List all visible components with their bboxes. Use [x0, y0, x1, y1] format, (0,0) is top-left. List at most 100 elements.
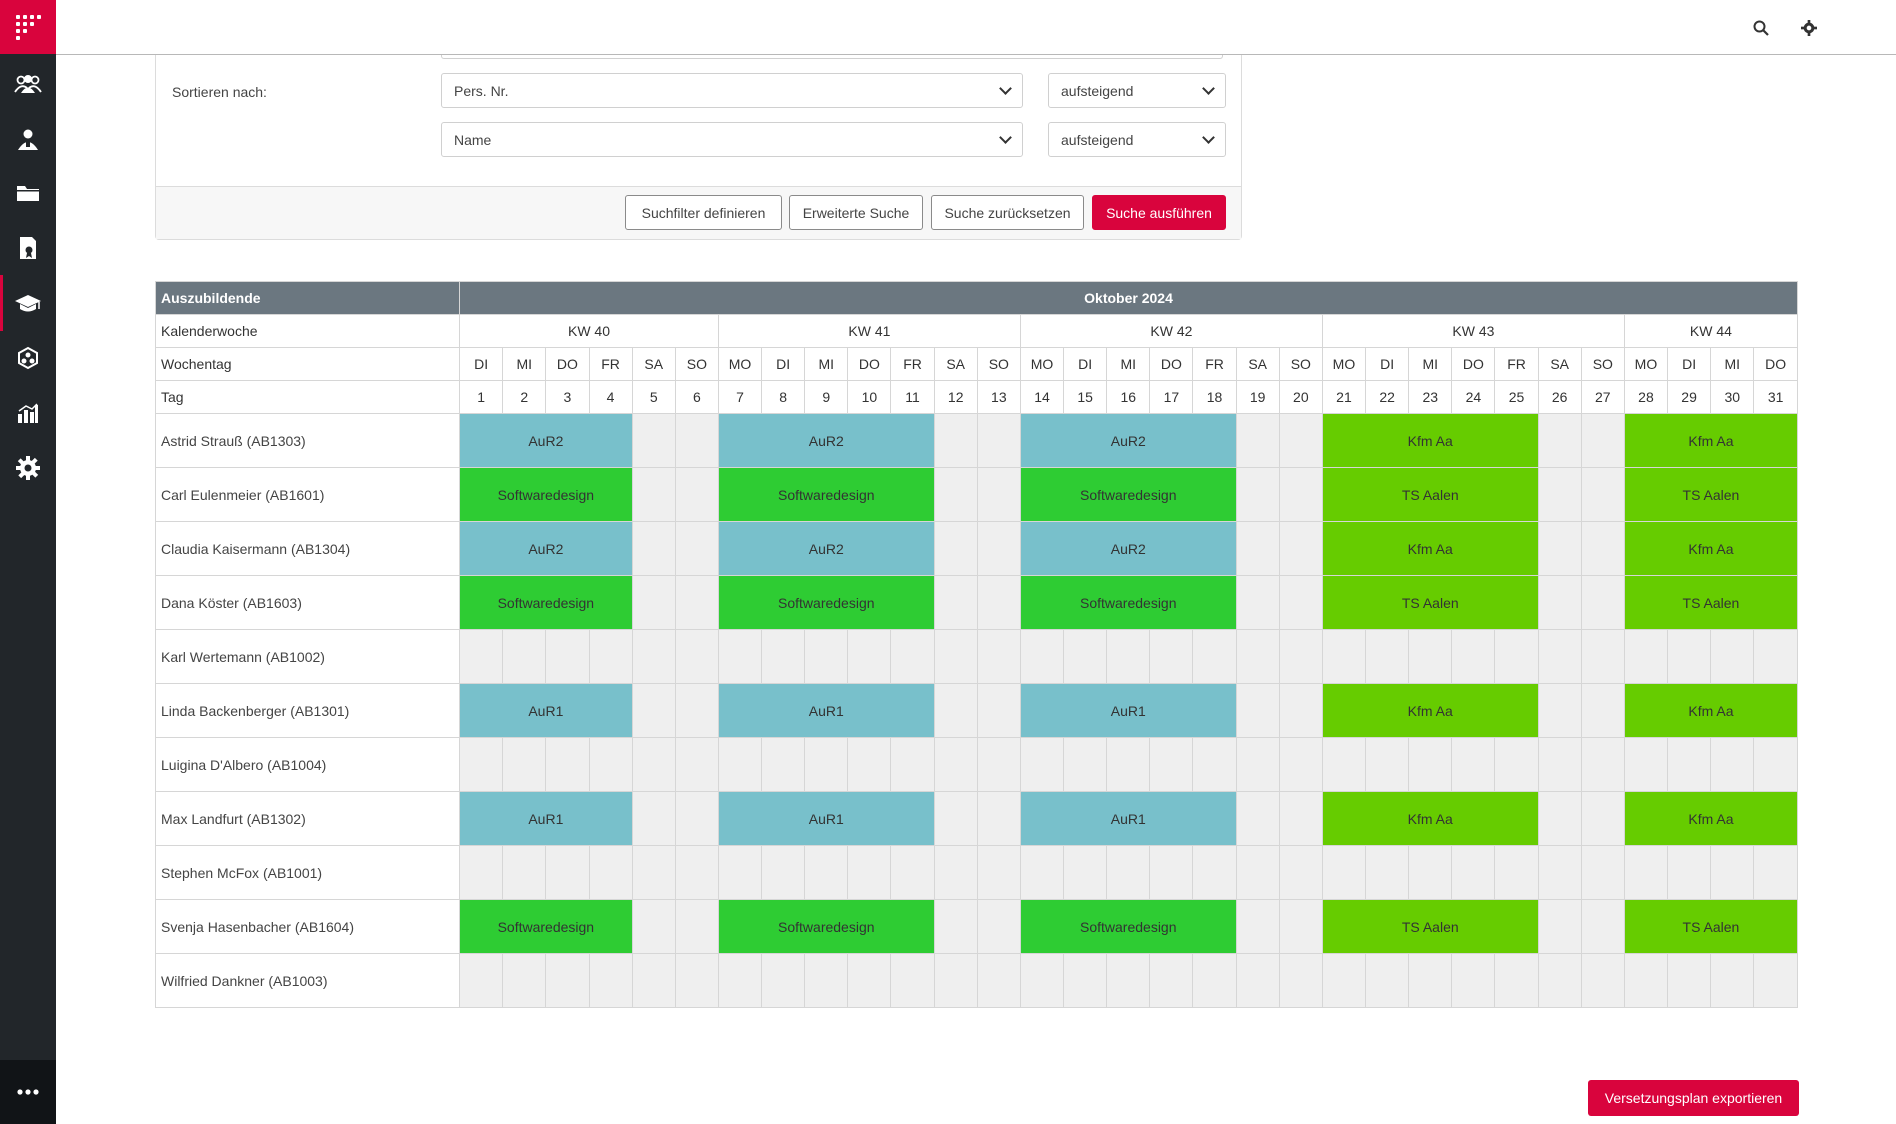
schedule-block[interactable]: TS Aalen — [1321, 467, 1539, 522]
schedule-block[interactable]: AuR1 — [1019, 683, 1237, 738]
schedule-block[interactable]: Kfm Aa — [1321, 791, 1539, 846]
schedule-block[interactable]: AuR1 — [459, 683, 633, 738]
network-icon[interactable] — [0, 338, 56, 378]
empty-day-cell — [717, 737, 763, 792]
weekend-cell — [933, 791, 978, 846]
gear-icon[interactable] — [0, 448, 56, 488]
schedule-block[interactable]: Kfm Aa — [1623, 413, 1799, 468]
document-icon[interactable] — [0, 228, 56, 268]
schedule-block[interactable]: Softwaredesign — [459, 899, 633, 954]
schedule-block[interactable]: AuR1 — [717, 791, 935, 846]
trainee-row: Max Landfurt (AB1302) AuR1 AuR1 AuR1 Kfm Aa K… — [154, 791, 1799, 846]
trainee-name[interactable]: Svenja Hasenbacher (AB1604) — [154, 899, 461, 954]
empty-day-cell — [1580, 629, 1625, 684]
advanced-search-button[interactable]: Erweiterte Suche — [789, 195, 923, 230]
empty-day-cell — [976, 845, 1021, 900]
trainee-name[interactable]: Dana Köster (AB1603) — [154, 575, 461, 630]
empty-day-cell — [674, 629, 719, 684]
schedule-block[interactable]: TS Aalen — [1321, 899, 1539, 954]
trainee-name[interactable]: Claudia Kaisermann (AB1304) — [154, 521, 461, 576]
schedule-block[interactable]: AuR2 — [1019, 413, 1237, 468]
search-icon[interactable] — [1749, 16, 1773, 40]
schedule-block[interactable]: Kfm Aa — [1623, 791, 1799, 846]
trainee-row: Astrid Strauß (AB1303) AuR2 AuR2 AuR2 Kfm Aa… — [154, 413, 1799, 468]
schedule-block[interactable]: AuR1 — [717, 683, 935, 738]
weekend-cell — [631, 467, 676, 522]
week-header: KW 42 — [1019, 314, 1323, 348]
empty-day-cell — [674, 845, 719, 900]
trainee-name[interactable]: Max Landfurt (AB1302) — [154, 791, 461, 846]
more-icon[interactable] — [0, 1060, 56, 1124]
empty-day-cell — [1106, 845, 1151, 900]
trainee-name[interactable]: Karl Wertemann (AB1002) — [154, 629, 461, 684]
schedule-block[interactable]: Softwaredesign — [717, 467, 935, 522]
trainee-name[interactable]: Carl Eulenmeier (AB1601) — [154, 467, 461, 522]
schedule-block[interactable]: Kfm Aa — [1321, 521, 1539, 576]
trainee-name[interactable]: Luigina D'Albero (AB1004) — [154, 737, 461, 792]
schedule-block[interactable]: AuR2 — [459, 521, 633, 576]
schedule-block[interactable]: Softwaredesign — [459, 575, 633, 630]
empty-day-cell — [1580, 953, 1625, 1008]
day-header: 17 — [1149, 380, 1194, 414]
sort2-order-select[interactable]: aufsteigend — [1048, 122, 1226, 157]
schedule-block[interactable]: TS Aalen — [1623, 899, 1799, 954]
chart-icon[interactable] — [0, 393, 56, 433]
schedule-block[interactable]: Softwaredesign — [717, 899, 935, 954]
weekend-cell — [1580, 467, 1625, 522]
schedule-block[interactable]: Softwaredesign — [1019, 575, 1237, 630]
empty-day-cell — [545, 737, 590, 792]
schedule-block[interactable]: AuR2 — [717, 521, 935, 576]
weekday-header: FR — [1494, 347, 1539, 381]
weekend-cell — [674, 683, 719, 738]
trainee-name[interactable]: Astrid Strauß (AB1303) — [154, 413, 461, 468]
trainee-name[interactable]: Stephen McFox (AB1001) — [154, 845, 461, 900]
define-filter-button[interactable]: Suchfilter definieren — [625, 195, 782, 230]
schedule-block[interactable]: AuR1 — [1019, 791, 1237, 846]
schedule-block[interactable]: TS Aalen — [1623, 575, 1799, 630]
empty-day-cell — [459, 953, 504, 1008]
month-header: Oktober 2024 — [459, 281, 1798, 315]
folder-icon[interactable] — [0, 173, 56, 213]
trainee-row: Luigina D'Albero (AB1004) — [154, 737, 1798, 792]
reset-search-button[interactable]: Suche zurücksetzen — [931, 195, 1084, 230]
weekend-cell — [1580, 413, 1625, 468]
filter-panel: Sortieren nach: Pers. Nr. aufsteigend Na… — [155, 55, 1242, 240]
schedule-block[interactable]: Softwaredesign — [1019, 899, 1237, 954]
export-plan-button[interactable]: Versetzungsplan exportieren — [1588, 1080, 1799, 1116]
weekday-header: SA — [631, 347, 676, 381]
empty-day-cell — [1408, 953, 1453, 1008]
schedule-block[interactable]: Kfm Aa — [1623, 521, 1799, 576]
empty-day-cell — [933, 845, 978, 900]
schedule-block[interactable]: Softwaredesign — [1019, 467, 1237, 522]
sort1-order-value: aufsteigend — [1061, 82, 1134, 99]
graduation-cap-icon[interactable] — [0, 275, 56, 331]
person-icon[interactable] — [0, 119, 56, 159]
weekend-cell — [933, 413, 978, 468]
trainee-name[interactable]: Linda Backenberger (AB1301) — [154, 683, 461, 738]
schedule-block[interactable]: AuR1 — [459, 791, 633, 846]
sort1-order-select[interactable]: aufsteigend — [1048, 73, 1226, 108]
empty-day-cell — [1365, 845, 1410, 900]
schedule-block[interactable]: Softwaredesign — [459, 467, 633, 522]
app-logo[interactable] — [0, 0, 56, 54]
schedule-block[interactable]: TS Aalen — [1321, 575, 1539, 630]
header-row-weekday: Wochentag DI MI DO FR SA SO MO DI MI DO FR SA SO MO DI M… — [154, 347, 1798, 381]
sort1-field-select[interactable]: Pers. Nr. — [441, 73, 1023, 108]
trainee-name[interactable]: Wilfried Dankner (AB1003) — [154, 953, 461, 1008]
weekday-header: SO — [1278, 347, 1323, 381]
schedule-block[interactable]: Softwaredesign — [717, 575, 935, 630]
users-icon[interactable] — [0, 64, 56, 104]
schedule-block[interactable]: Kfm Aa — [1321, 683, 1539, 738]
sort2-field-select[interactable]: Name — [441, 122, 1023, 157]
schedule-block[interactable]: AuR2 — [1019, 521, 1237, 576]
schedule-block[interactable]: AuR2 — [717, 413, 935, 468]
empty-day-cell — [1278, 845, 1323, 900]
schedule-block[interactable]: Kfm Aa — [1321, 413, 1539, 468]
settings-icon[interactable] — [1797, 16, 1821, 40]
schedule-block[interactable]: Kfm Aa — [1623, 683, 1799, 738]
weekday-header: MO — [1321, 347, 1367, 381]
schedule-block[interactable]: TS Aalen — [1623, 467, 1799, 522]
day-header: 6 — [674, 380, 719, 414]
schedule-block[interactable]: AuR2 — [459, 413, 633, 468]
run-search-button[interactable]: Suche ausführen — [1092, 195, 1226, 230]
